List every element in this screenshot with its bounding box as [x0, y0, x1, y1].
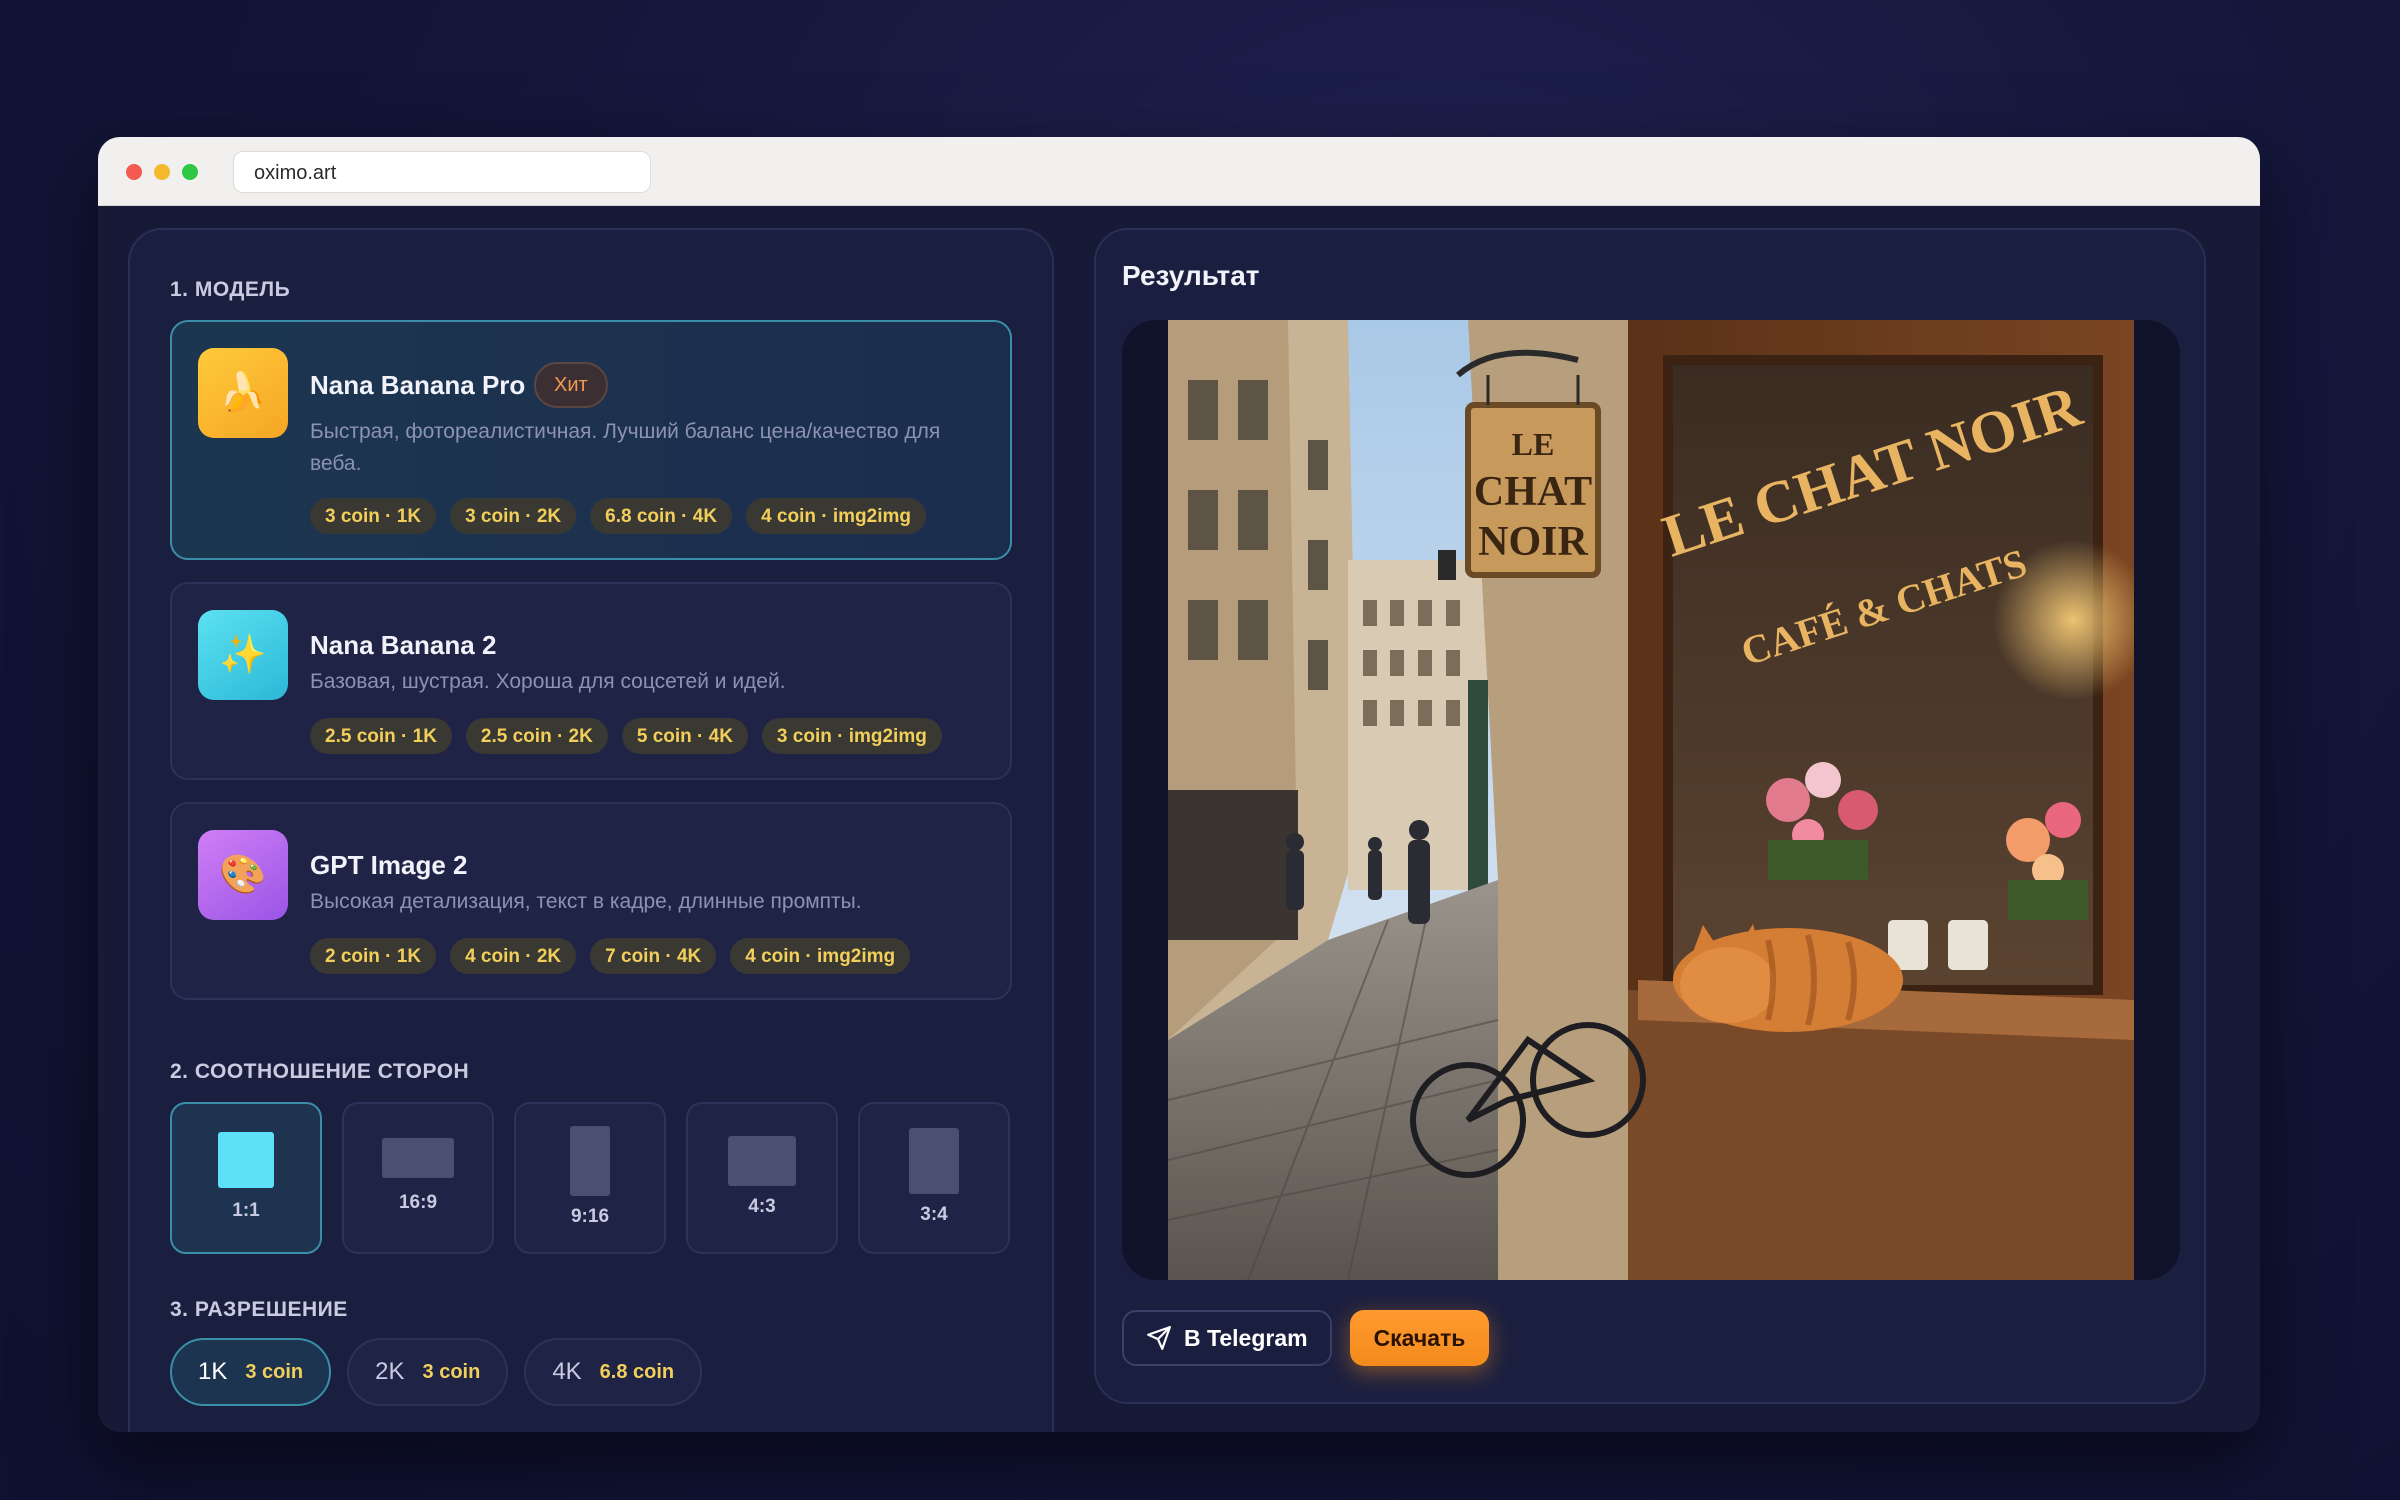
model-name: Nana Banana Pro: [310, 370, 526, 400]
ratio-option-4-3[interactable]: 4:3: [686, 1102, 838, 1254]
model-card-nana-banana-pro[interactable]: 🍌 Nana Banana Pro Хит Быстрая, фотореали…: [170, 320, 1012, 560]
landscape-ratio-icon: [382, 1138, 454, 1178]
ratio-label: 1:1: [232, 1200, 260, 1221]
minimize-window-button[interactable]: [154, 164, 170, 180]
send-telegram-button[interactable]: В Telegram: [1122, 1310, 1332, 1366]
hanging-sign-line-2: CHAT: [1474, 469, 1592, 515]
ratio-option-1-1[interactable]: 1:1: [170, 1102, 322, 1254]
ratio-option-3-4[interactable]: 3:4: [858, 1102, 1010, 1254]
price-pill: 6.8 coin · 4K: [590, 498, 733, 534]
resolution-option-1k[interactable]: 1K 3 coin: [170, 1338, 332, 1406]
hit-badge: Хит: [534, 362, 608, 408]
result-actions: В Telegram Скачать: [1122, 1310, 1490, 1366]
price-pill: 7 coin · 4K: [590, 938, 717, 974]
hanging-sign-line-3: NOIR: [1478, 519, 1588, 565]
resolution-cost: 3 coin: [422, 1360, 481, 1383]
resolution-cost: 6.8 coin: [599, 1360, 675, 1383]
result-panel: Результат LE CHAT NOIR LE CHAT NOIR CAFÉ…: [1094, 228, 2206, 1404]
model-description: Быстрая, фотореалистичная. Лучший баланс…: [310, 420, 941, 475]
model-name: GPT Image 2: [310, 850, 468, 880]
landscape-ratio-icon: [728, 1136, 796, 1186]
portrait-ratio-icon: [909, 1128, 959, 1194]
price-pill: 4 coin · img2img: [730, 938, 911, 974]
resolution-value: 2K: [375, 1358, 405, 1385]
resolution-value: 1K: [198, 1358, 228, 1385]
price-list: 2.5 coin · 1K 2.5 coin · 2K 5 coin · 4K …: [310, 718, 942, 754]
square-ratio-icon: [218, 1132, 274, 1188]
close-window-button[interactable]: [126, 164, 142, 180]
resolution-cost: 3 coin: [245, 1360, 304, 1383]
model-name: Nana Banana 2: [310, 630, 497, 660]
ratio-section-title: 2. СООТНОШЕНИЕ СТОРОН: [170, 1060, 470, 1083]
ratio-label: 3:4: [920, 1204, 948, 1225]
price-pill: 4 coin · 2K: [450, 938, 577, 974]
price-pill: 5 coin · 4K: [621, 718, 748, 754]
price-pill: 3 coin · 2K: [450, 498, 577, 534]
price-list: 2 coin · 1K 4 coin · 2K 7 coin · 4K 4 co…: [310, 938, 911, 974]
model-section-title: 1. МОДЕЛЬ: [170, 278, 291, 301]
settings-panel: 1. МОДЕЛЬ 🍌 Nana Banana Pro Хит Быстрая,…: [128, 228, 1054, 1432]
price-pill: 2.5 coin · 1K: [310, 718, 452, 754]
paper-plane-icon: [1147, 1326, 1171, 1350]
maximize-window-button[interactable]: [182, 164, 198, 180]
price-pill: 2 coin · 1K: [310, 938, 437, 974]
model-description: Высокая детализация, текст в кадре, длин…: [310, 890, 862, 913]
result-title: Результат: [1122, 260, 1260, 291]
download-button[interactable]: Скачать: [1349, 1310, 1490, 1366]
banana-icon: 🍌: [198, 348, 288, 438]
ratio-options: 1:1 16:9 9:16 4:3 3:4: [170, 1102, 1010, 1254]
price-pill: 2.5 coin · 2K: [465, 718, 608, 754]
resolution-section-title: 3. РАЗРЕШЕНИЕ: [170, 1298, 348, 1321]
ratio-label: 16:9: [398, 1192, 438, 1213]
address-bar[interactable]: oximo.art: [233, 151, 651, 193]
resolution-value: 4K: [552, 1358, 582, 1385]
model-card-gpt-image-2[interactable]: 🎨 GPT Image 2 Высокая детализация, текст…: [170, 802, 1012, 1000]
price-pill: 3 coin · img2img: [761, 718, 942, 754]
ratio-option-9-16[interactable]: 9:16: [514, 1102, 666, 1254]
price-pill: 4 coin · img2img: [746, 498, 926, 534]
ratio-label: 9:16: [570, 1206, 610, 1227]
result-image[interactable]: LE CHAT NOIR LE CHAT NOIR CAFÉ & CHATS: [1168, 320, 2134, 1280]
portrait-ratio-icon: [570, 1126, 610, 1196]
app-content: 1. МОДЕЛЬ 🍌 Nana Banana Pro Хит Быстрая,…: [98, 206, 2260, 1432]
telegram-label: В Telegram: [1184, 1324, 1308, 1351]
hanging-sign-line-1: LE: [1512, 426, 1555, 462]
model-description: Базовая, шустрая. Хороша для соцсетей и …: [310, 670, 786, 693]
resolution-options: 1K 3 coin 2K 3 coin 4K 6.8 coin: [170, 1338, 703, 1406]
palette-icon: 🎨: [198, 830, 288, 920]
browser-window: oximo.art 1. МОДЕЛЬ 🍌 Nana Banana Pro Хи…: [98, 137, 2260, 1432]
result-image-frame: LE CHAT NOIR LE CHAT NOIR CAFÉ & CHATS: [1122, 320, 2180, 1280]
browser-titlebar: oximo.art: [98, 137, 2260, 206]
price-list: 3 coin · 1K 3 coin · 2K 6.8 coin · 4K 4 …: [310, 498, 926, 534]
price-pill: 3 coin · 1K: [310, 498, 437, 534]
model-card-nana-banana-2[interactable]: ✨ Nana Banana 2 Базовая, шустрая. Хороша…: [170, 582, 1012, 780]
sparkles-icon: ✨: [198, 610, 288, 700]
ratio-label: 4:3: [748, 1196, 776, 1217]
ratio-option-16-9[interactable]: 16:9: [342, 1102, 494, 1254]
resolution-option-2k[interactable]: 2K 3 coin: [347, 1338, 509, 1406]
resolution-option-4k[interactable]: 4K 6.8 coin: [524, 1338, 703, 1406]
